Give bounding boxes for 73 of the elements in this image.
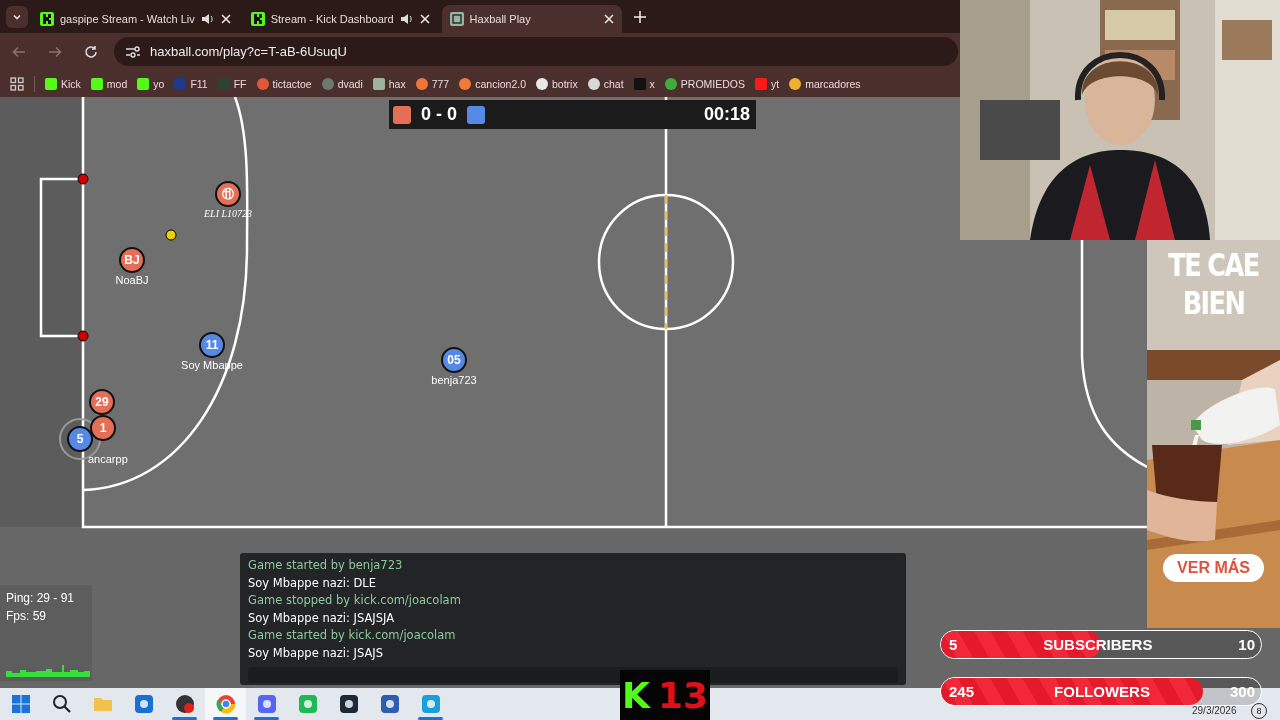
game-timer: 00:18 <box>703 104 750 125</box>
chat-input[interactable] <box>248 666 898 683</box>
reload-icon[interactable] <box>84 44 98 59</box>
bookmark[interactable]: yt <box>755 77 780 90</box>
tab-list-button[interactable] <box>6 5 28 28</box>
bookmark[interactable]: tictactoe <box>256 77 312 90</box>
search-icon <box>51 694 72 714</box>
goal-count: 245 <box>949 683 975 700</box>
game-launcher-icon <box>338 694 359 714</box>
browser-tab[interactable]: Haxball Play <box>441 5 622 33</box>
bookmark[interactable]: yo <box>137 77 165 90</box>
team-icon <box>393 105 411 124</box>
app-icon <box>379 694 400 714</box>
channel-logo: K 13 <box>620 670 710 720</box>
mail-app-icon <box>133 694 154 714</box>
goal-target: 10 <box>1238 636 1255 653</box>
close-icon[interactable] <box>419 14 430 24</box>
bookmark[interactable]: mod <box>90 77 128 90</box>
bookmark[interactable]: marcadores <box>789 77 861 90</box>
apps-grid-icon[interactable] <box>10 76 24 91</box>
goal-count: 5 <box>949 636 958 653</box>
windows-icon <box>10 694 31 714</box>
speaker-icon[interactable] <box>399 13 414 25</box>
goal-label: FOLLOWERS <box>1053 683 1151 700</box>
field-icon <box>449 12 464 26</box>
chat-message: Soy Mbappe nazi: JSAJS <box>248 644 384 662</box>
back-icon[interactable] <box>12 44 26 59</box>
bookmark[interactable]: Kick <box>45 77 81 90</box>
bookmark[interactable]: PROMIEDOS <box>664 77 745 90</box>
tab-title: gaspipe Stream - Watch Liv <box>60 13 195 25</box>
ad-headline: TE CAE <box>1168 246 1259 284</box>
bookmark[interactable]: 777 <box>415 77 450 90</box>
player-name: NoaBJ <box>114 274 150 286</box>
score: 0 - 0 <box>421 104 458 125</box>
date-text: 29/3/2026 <box>1192 705 1237 716</box>
chat-app-icon <box>256 694 277 714</box>
tab-title: Stream - Kick Dashboard <box>270 13 394 25</box>
forward-icon[interactable] <box>48 44 62 59</box>
ping-text: Ping: 29 - 91 <box>6 590 76 607</box>
browser-icon <box>215 694 236 714</box>
fps-text: Fps: 59 <box>6 608 48 625</box>
address-bar[interactable]: haxball.com/play?c=T-aB-6UsuqU <box>114 37 958 66</box>
ball <box>165 229 177 241</box>
player-name: ancarpp <box>88 453 128 465</box>
music-app-icon <box>297 694 318 714</box>
tab-title: Haxball Play <box>469 13 532 25</box>
new-tab-icon[interactable] <box>633 10 646 23</box>
speaker-icon[interactable] <box>200 13 215 25</box>
bookmark[interactable]: dvadi <box>321 77 363 90</box>
team-icon <box>467 105 486 124</box>
bookmark[interactable]: F11 <box>174 77 208 90</box>
record-icon <box>174 694 195 714</box>
bookmark[interactable]: FF <box>217 77 247 90</box>
chat-message: Game stopped by kick.com/joacolam <box>248 592 462 610</box>
close-icon[interactable] <box>220 14 231 24</box>
site-settings-icon[interactable] <box>126 45 140 58</box>
browser-tab[interactable]: Stream - Kick Dashboard <box>242 5 438 33</box>
ad-headline: BIEN <box>1182 284 1245 322</box>
browser-tab[interactable]: gaspipe Stream - Watch Liv <box>32 5 239 33</box>
player-name: benja723 <box>430 374 478 386</box>
bookmark[interactable]: x <box>633 77 655 90</box>
chat-message: Soy Mbappe nazi: DLE <box>248 574 378 592</box>
chat-message: Soy Mbappe nazi: JSAJSJA <box>248 609 395 627</box>
goal-target: 300 <box>1229 683 1255 700</box>
browser-icon <box>420 694 441 714</box>
bookmark[interactable]: hax <box>372 77 406 90</box>
see-more-button[interactable]: VER MÁS <box>1163 554 1264 582</box>
chat-message: Game started by kick.com/joacolam <box>248 627 457 645</box>
chat-message: Game started by benja723 <box>248 557 404 574</box>
bookmark[interactable]: cancion2.0 <box>459 77 526 90</box>
bookmark[interactable]: chat <box>587 77 624 90</box>
bookmark[interactable]: botrix <box>536 77 578 90</box>
close-icon[interactable] <box>603 14 614 24</box>
